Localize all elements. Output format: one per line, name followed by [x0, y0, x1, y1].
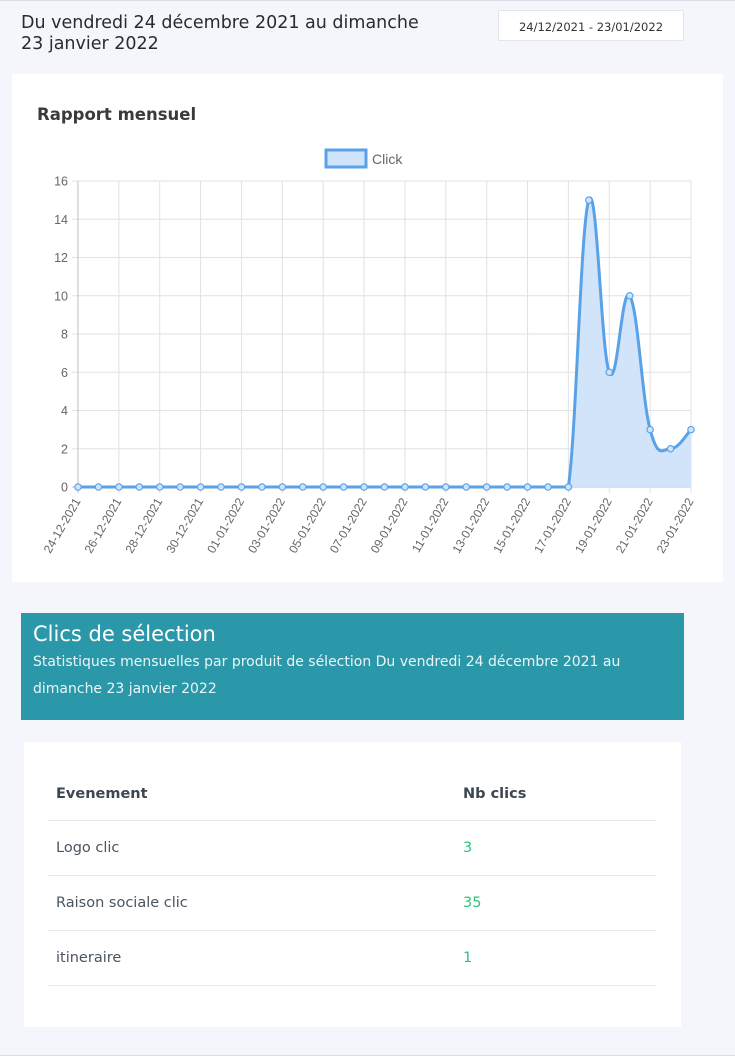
- x-tick-label: 15-01-2022: [490, 495, 533, 555]
- table-header-row: Evenement Nb clics: [48, 766, 656, 821]
- x-tick-label: 24-12-2021: [41, 495, 84, 555]
- y-tick-label: 14: [54, 213, 68, 227]
- header-clicks: Nb clics: [463, 786, 527, 802]
- legend-label: Click: [372, 151, 403, 167]
- selection-banner: Clics de sélection Statistiques mensuell…: [21, 613, 684, 720]
- series-area: [78, 198, 691, 487]
- data-point: [544, 483, 552, 491]
- data-point: [74, 483, 82, 491]
- data-point: [155, 483, 164, 491]
- x-tick-label: 19-01-2022: [572, 495, 615, 555]
- data-point: [687, 425, 695, 434]
- header-event: Evenement: [56, 786, 148, 802]
- x-tick-label: 01-01-2022: [204, 495, 247, 555]
- y-tick-label: 6: [61, 366, 68, 380]
- page-title: Du vendredi 24 décembre 2021 au dimanche…: [21, 13, 419, 54]
- data-point: [421, 483, 430, 491]
- x-tick-label: 21-01-2022: [613, 495, 656, 555]
- y-tick-label: 2: [61, 442, 68, 456]
- data-point: [298, 483, 307, 491]
- click-count: 3: [463, 840, 473, 856]
- x-tick-label: 07-01-2022: [327, 495, 370, 555]
- click-chart: 0 2 4 6 8 10 12 14 16 24-12-202126-12-202128-12-2…: [41, 148, 697, 556]
- data-point: [666, 444, 675, 453]
- monthly-report-card: Rapport mensuel 0 2 4 6 8 10 12 14 16 24-12-2021 2…: [12, 74, 723, 582]
- table-row: Logo clic 3: [48, 821, 656, 876]
- data-point: [625, 291, 634, 300]
- legend-swatch: [324, 148, 368, 169]
- selection-subtitle: Statistiques mensuelles par produit de s…: [33, 654, 621, 697]
- x-tick-label: 23-01-2022: [654, 495, 697, 555]
- data-point: [523, 483, 532, 491]
- x-tick-label: 17-01-2022: [531, 495, 574, 555]
- x-tick-label: 09-01-2022: [368, 495, 411, 555]
- table-row: itineraire 1: [48, 931, 656, 986]
- data-point: [319, 483, 328, 491]
- data-point: [482, 483, 491, 491]
- data-point: [94, 483, 103, 491]
- click-count: 35: [463, 895, 482, 911]
- x-tick-label: 03-01-2022: [245, 495, 288, 555]
- data-point: [605, 368, 614, 377]
- data-point: [503, 483, 511, 491]
- y-tick-label: 10: [54, 289, 68, 303]
- data-point: [339, 483, 348, 491]
- data-point: [462, 483, 471, 491]
- y-tick-label: 0: [61, 481, 68, 495]
- date-range-picker[interactable]: 24/12/2021 - 23/01/2022: [498, 10, 684, 41]
- y-tick-label: 12: [54, 251, 68, 265]
- clicks-table: Evenement Nb clics Logo clic 3 Raison so…: [48, 766, 656, 986]
- y-tick-label: 8: [61, 328, 68, 342]
- data-point: [176, 483, 184, 491]
- data-point: [278, 483, 287, 491]
- event-name: itineraire: [56, 950, 122, 966]
- data-point: [115, 483, 123, 491]
- data-point: [380, 483, 389, 491]
- data-point: [360, 483, 368, 491]
- data-point: [196, 483, 205, 491]
- selection-title: Clics de sélection: [33, 622, 216, 646]
- data-point: [646, 425, 654, 434]
- event-name: Raison sociale clic: [56, 895, 188, 911]
- x-tick-label: 11-01-2022: [409, 495, 452, 555]
- table-row: Raison sociale clic 35: [48, 876, 656, 931]
- x-tick-label: 28-12-2021: [123, 495, 166, 555]
- x-tick-label: 13-01-2022: [449, 495, 492, 555]
- clicks-table-card: Evenement Nb clics Logo clic 3 Raison so…: [24, 742, 681, 1027]
- event-name: Logo clic: [56, 840, 120, 856]
- click-count: 1: [463, 950, 473, 966]
- y-tick-label: 16: [54, 175, 68, 189]
- x-tick-label: 30-12-2021: [163, 495, 206, 555]
- y-tick-label: 4: [61, 404, 68, 418]
- data-point: [237, 483, 246, 491]
- data-point: [258, 483, 266, 491]
- x-tick-label: 05-01-2022: [286, 495, 329, 555]
- x-tick-label: 26-12-2021: [82, 495, 125, 555]
- data-point: [441, 483, 450, 491]
- data-point: [564, 483, 573, 491]
- data-point: [135, 483, 144, 491]
- data-point: [401, 483, 409, 491]
- data-point: [585, 196, 593, 204]
- data-point: [217, 483, 225, 491]
